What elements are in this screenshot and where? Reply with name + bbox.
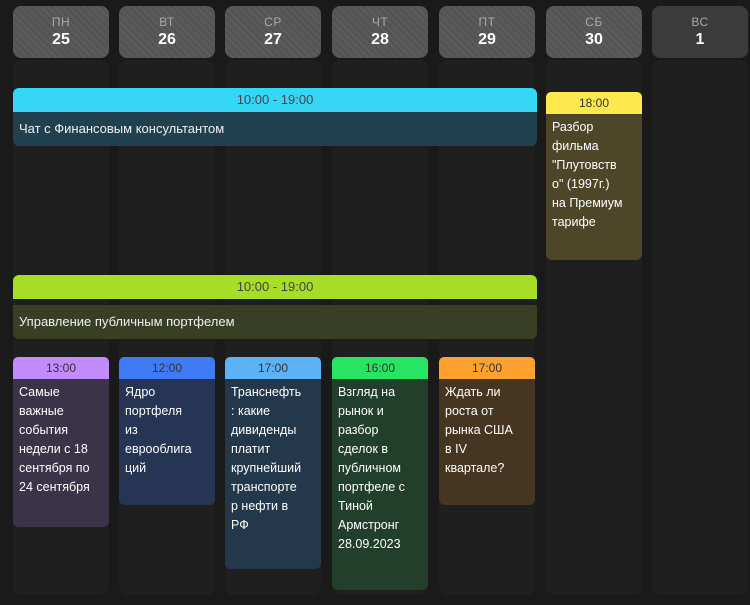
day-header-sat[interactable]: СБ 30 (546, 6, 642, 58)
day-number: 30 (585, 31, 603, 48)
day-header-fri[interactable]: ПТ 29 (439, 6, 535, 58)
day-of-week: ВТ (159, 15, 175, 29)
day-column-sun[interactable] (652, 60, 748, 595)
day-header-thu[interactable]: ЧТ 28 (332, 6, 428, 58)
event-time-film[interactable]: 18:00 (546, 92, 642, 114)
day-of-week: ПН (51, 15, 71, 29)
day-number: 27 (264, 31, 282, 48)
event-time-mon[interactable]: 13:00 (13, 357, 109, 379)
event-title-tue[interactable]: Ядро портфеля из еврооблига ций (119, 379, 215, 505)
event-title-mon[interactable]: Самые важные события недели с 18 сентябр… (13, 379, 109, 527)
event-title-consultant[interactable]: Чат с Финансовым консультантом (13, 112, 537, 146)
event-title-film[interactable]: Разбор фильма "Плутовств о" (1997г.) на … (546, 114, 642, 260)
day-header-wed[interactable]: СР 27 (225, 6, 321, 58)
day-number: 25 (52, 31, 70, 48)
event-time-tue[interactable]: 12:00 (119, 357, 215, 379)
day-of-week: ВС (691, 15, 709, 29)
event-time-consultant[interactable]: 10:00 - 19:00 (13, 88, 537, 112)
day-header-tue[interactable]: ВТ 26 (119, 6, 215, 58)
day-of-week: ЧТ (371, 15, 389, 29)
day-of-week: ПТ (478, 15, 496, 29)
event-title-fri[interactable]: Ждать ли роста от рынка США в IV квартал… (439, 379, 535, 505)
day-header-mon[interactable]: ПН 25 (13, 6, 109, 58)
day-of-week: СР (264, 15, 282, 29)
event-time-thu[interactable]: 16:00 (332, 357, 428, 379)
event-title-thu[interactable]: Взгляд на рынок и разбор сделок в публич… (332, 379, 428, 590)
event-time-fri[interactable]: 17:00 (439, 357, 535, 379)
event-title-wed[interactable]: Транснефть : какие дивиденды платит круп… (225, 379, 321, 569)
event-time-portfolio[interactable]: 10:00 - 19:00 (13, 275, 537, 299)
calendar-week-view: ПН 25 ВТ 26 СР 27 ЧТ 28 ПТ 29 СБ 30 ВС 1… (0, 0, 750, 605)
day-header-sun[interactable]: ВС 1 (652, 6, 748, 58)
event-title-portfolio[interactable]: Управление публичным портфелем (13, 305, 537, 339)
day-number: 28 (371, 31, 389, 48)
day-number: 26 (158, 31, 176, 48)
day-number: 1 (695, 31, 705, 48)
event-time-wed[interactable]: 17:00 (225, 357, 321, 379)
day-number: 29 (478, 31, 496, 48)
day-of-week: СБ (585, 15, 603, 29)
